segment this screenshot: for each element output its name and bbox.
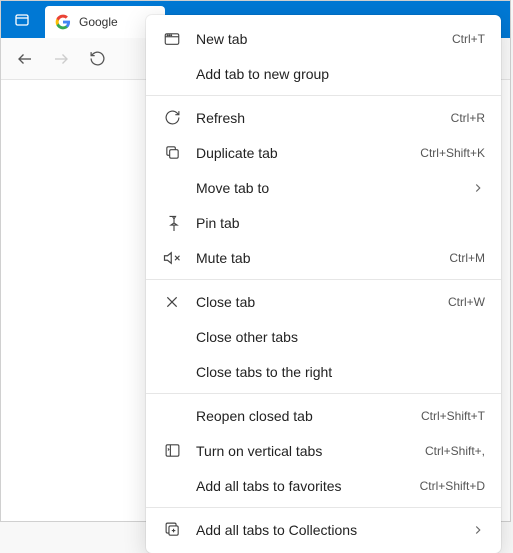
tab-list-icon	[14, 12, 30, 28]
menu-shortcut: Ctrl+Shift+K	[420, 146, 485, 160]
menu-shortcut: Ctrl+Shift+D	[420, 479, 485, 493]
menu-label: Add tab to new group	[196, 66, 485, 82]
menu-label: Duplicate tab	[196, 145, 410, 161]
menu-label: Reopen closed tab	[196, 408, 411, 424]
menu-vertical-tabs[interactable]: Turn on vertical tabs Ctrl+Shift+,	[146, 433, 501, 468]
tab-title: Google	[79, 15, 118, 29]
vertical-tabs-icon	[162, 441, 182, 461]
menu-separator	[146, 393, 501, 394]
chevron-right-icon	[471, 523, 485, 537]
menu-move-to[interactable]: Move tab to	[146, 170, 501, 205]
close-icon	[162, 292, 182, 312]
menu-collections-all[interactable]: Add all tabs to Collections	[146, 512, 501, 547]
forward-button[interactable]	[45, 43, 77, 75]
refresh-icon	[162, 108, 182, 128]
duplicate-icon	[162, 143, 182, 163]
menu-separator	[146, 279, 501, 280]
menu-shortcut: Ctrl+R	[451, 111, 485, 125]
menu-favorites-all[interactable]: Add all tabs to favorites Ctrl+Shift+D	[146, 468, 501, 503]
menu-label: Pin tab	[196, 215, 485, 231]
menu-close-other[interactable]: Close other tabs	[146, 319, 501, 354]
menu-separator	[146, 95, 501, 96]
menu-shortcut: Ctrl+M	[449, 251, 485, 265]
menu-duplicate[interactable]: Duplicate tab Ctrl+Shift+K	[146, 135, 501, 170]
menu-shortcut: Ctrl+T	[452, 32, 485, 46]
arrow-right-icon	[52, 50, 70, 68]
menu-reopen[interactable]: Reopen closed tab Ctrl+Shift+T	[146, 398, 501, 433]
google-favicon	[55, 14, 71, 30]
menu-label: Close tabs to the right	[196, 364, 485, 380]
menu-separator	[146, 507, 501, 508]
chevron-right-icon	[471, 181, 485, 195]
menu-label: Add all tabs to favorites	[196, 478, 410, 494]
menu-label: Close other tabs	[196, 329, 485, 345]
menu-label: Move tab to	[196, 180, 461, 196]
menu-add-to-group[interactable]: Add tab to new group	[146, 56, 501, 91]
back-button[interactable]	[9, 43, 41, 75]
pin-icon	[162, 213, 182, 233]
menu-close[interactable]: Close tab Ctrl+W	[146, 284, 501, 319]
menu-close-right[interactable]: Close tabs to the right	[146, 354, 501, 389]
menu-label: Mute tab	[196, 250, 439, 266]
collections-icon	[162, 520, 182, 540]
menu-new-tab[interactable]: New tab Ctrl+T	[146, 21, 501, 56]
refresh-icon	[89, 50, 106, 67]
menu-label: Close tab	[196, 294, 438, 310]
menu-shortcut: Ctrl+Shift+,	[425, 444, 485, 458]
tab-list-button[interactable]	[1, 1, 43, 38]
mute-icon	[162, 248, 182, 268]
arrow-left-icon	[16, 50, 34, 68]
menu-refresh[interactable]: Refresh Ctrl+R	[146, 100, 501, 135]
refresh-button[interactable]	[81, 43, 113, 75]
menu-pin[interactable]: Pin tab	[146, 205, 501, 240]
tab-context-menu: New tab Ctrl+T Add tab to new group Refr…	[146, 15, 501, 553]
menu-label: Turn on vertical tabs	[196, 443, 415, 459]
menu-shortcut: Ctrl+W	[448, 295, 485, 309]
menu-label: Refresh	[196, 110, 441, 126]
menu-shortcut: Ctrl+Shift+T	[421, 409, 485, 423]
menu-label: New tab	[196, 31, 442, 47]
menu-mute[interactable]: Mute tab Ctrl+M	[146, 240, 501, 275]
new-tab-icon	[162, 29, 182, 49]
